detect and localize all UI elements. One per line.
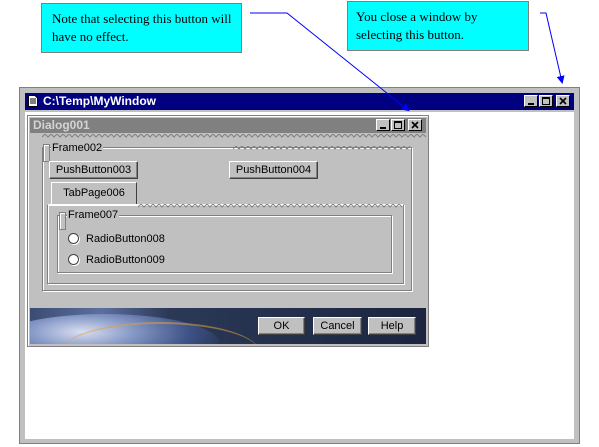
- arrow-to-window-close: [540, 12, 565, 84]
- frame002-label: Frame002: [51, 142, 104, 154]
- ok-button[interactable]: OK: [258, 317, 305, 335]
- minimize-icon[interactable]: [524, 95, 538, 107]
- push-button-003[interactable]: PushButton003: [49, 161, 138, 179]
- maximize-icon[interactable]: [539, 95, 553, 107]
- close-icon[interactable]: [408, 119, 422, 131]
- maximize-icon[interactable]: [391, 119, 405, 131]
- frame-handle: [59, 212, 66, 230]
- main-window-titlebar[interactable]: C:\Temp\MyWindow: [25, 93, 574, 110]
- main-window-title: C:\Temp\MyWindow: [43, 94, 156, 108]
- frame-handle: [43, 144, 50, 162]
- frame007-label: Frame007: [67, 209, 120, 221]
- radio-label: RadioButton009: [86, 254, 165, 266]
- minimize-icon[interactable]: [376, 119, 390, 131]
- dialog-titlebar[interactable]: Dialog001: [30, 118, 426, 133]
- callout-note-no-effect: Note that selecting this button will hav…: [41, 3, 242, 53]
- radio-circle-icon[interactable]: [68, 233, 79, 244]
- radio-label: RadioButton008: [86, 233, 165, 245]
- radio-button-008[interactable]: RadioButton008: [68, 232, 188, 246]
- frame-edge: [233, 146, 411, 150]
- close-icon[interactable]: [556, 95, 570, 107]
- resize-edge: [42, 134, 426, 138]
- help-button[interactable]: Help: [368, 317, 416, 335]
- cancel-button[interactable]: Cancel: [313, 317, 362, 335]
- tab-tabpage006[interactable]: TabPage006: [51, 182, 137, 204]
- document-icon: [28, 95, 38, 107]
- push-button-004[interactable]: PushButton004: [229, 161, 318, 179]
- callout-close-window: You close a window by selecting this but…: [347, 1, 529, 51]
- dialog-window: Dialog001 Frame002 PushButton003 PushBut…: [27, 115, 429, 347]
- dialog-banner-image: [30, 308, 426, 344]
- dialog-title: Dialog001: [33, 118, 90, 132]
- radio-circle-icon[interactable]: [68, 254, 79, 265]
- tab-edge: [138, 204, 403, 208]
- radio-button-009[interactable]: RadioButton009: [68, 253, 188, 267]
